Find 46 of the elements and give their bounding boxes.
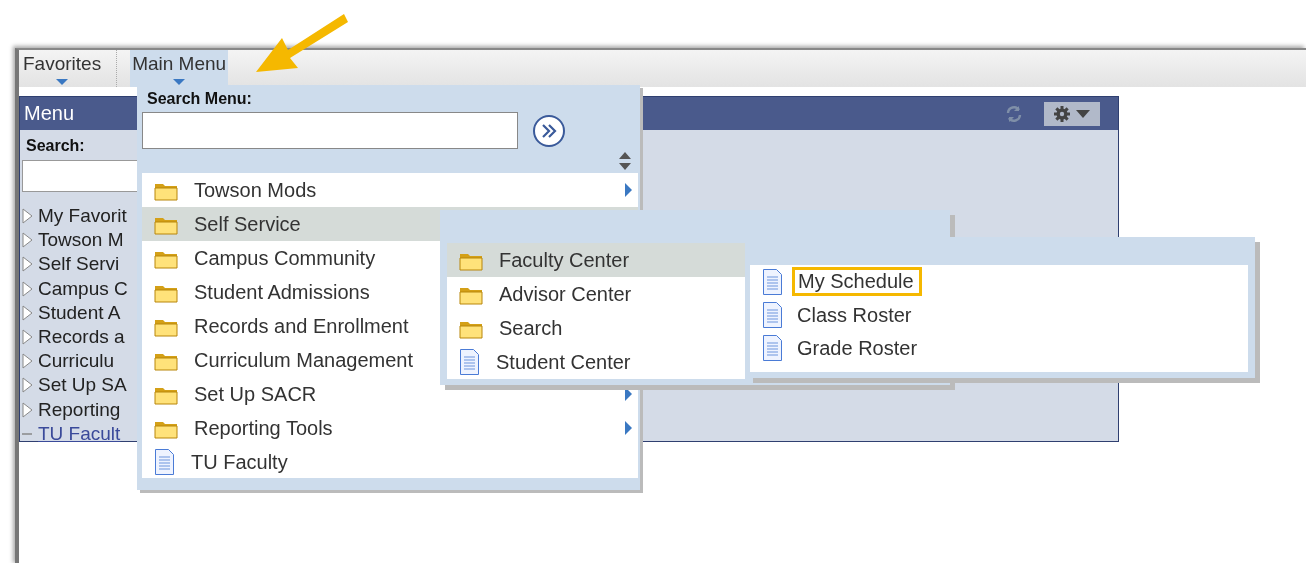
- menu-item[interactable]: Class Roster: [750, 298, 1248, 332]
- search-field[interactable]: [22, 160, 139, 192]
- expand-icon: [22, 232, 33, 249]
- document-icon: [762, 301, 783, 330]
- panel-title: Menu: [24, 102, 76, 125]
- expand-icon: [22, 329, 33, 346]
- document-icon: [154, 448, 175, 476]
- menu-item[interactable]: Faculty Center: [447, 243, 745, 277]
- expand-icon: [22, 256, 33, 273]
- tree-link[interactable]: TU Facult: [38, 422, 121, 445]
- expand-icon: [22, 353, 33, 370]
- search-label: Search:: [26, 137, 86, 155]
- menu-item[interactable]: Advisor Center: [447, 277, 745, 311]
- search-field[interactable]: [142, 112, 518, 149]
- tree-item[interactable]: Campus C: [38, 277, 128, 300]
- sort-icon[interactable]: [618, 151, 632, 171]
- menu-item[interactable]: Towson Mods: [142, 173, 638, 207]
- tree-item[interactable]: My Favorit: [38, 205, 127, 228]
- expand-icon: [22, 304, 33, 321]
- document-icon: [762, 334, 783, 363]
- menu-item[interactable]: Search: [447, 311, 745, 345]
- caret-icon: [56, 79, 69, 85]
- document-icon: [459, 348, 480, 376]
- menu-item[interactable]: Reporting Tools: [142, 411, 638, 445]
- tree-item[interactable]: Towson M: [38, 229, 124, 252]
- nav-tab[interactable]: Main Menu: [130, 50, 229, 87]
- tree-item[interactable]: Self Servi: [38, 253, 120, 276]
- tree-item[interactable]: Records a: [38, 326, 125, 349]
- go-icon[interactable]: [532, 113, 566, 148]
- highlight-frame: My Schedule: [792, 267, 922, 297]
- tree-item[interactable]: Reporting: [38, 398, 121, 421]
- search-label: Search Menu:: [147, 90, 253, 108]
- menu-item[interactable]: Student Center: [447, 345, 745, 379]
- tree-item[interactable]: Student A: [38, 301, 121, 324]
- expand-icon: [22, 208, 33, 225]
- expand-icon: [22, 401, 33, 418]
- document-icon: [762, 267, 783, 296]
- menu-item[interactable]: TU Faculty: [142, 445, 638, 479]
- expand-icon: [22, 280, 33, 297]
- expand-icon: [22, 377, 33, 394]
- menu-item[interactable]: My Schedule: [750, 265, 1248, 299]
- menu-item[interactable]: Grade Roster: [750, 331, 1248, 366]
- tree-item[interactable]: Curriculu: [38, 350, 115, 373]
- tree-item[interactable]: Set Up SA: [38, 374, 127, 397]
- settings-button[interactable]: [1044, 101, 1100, 126]
- nav-tab[interactable]: Favorites: [21, 50, 104, 87]
